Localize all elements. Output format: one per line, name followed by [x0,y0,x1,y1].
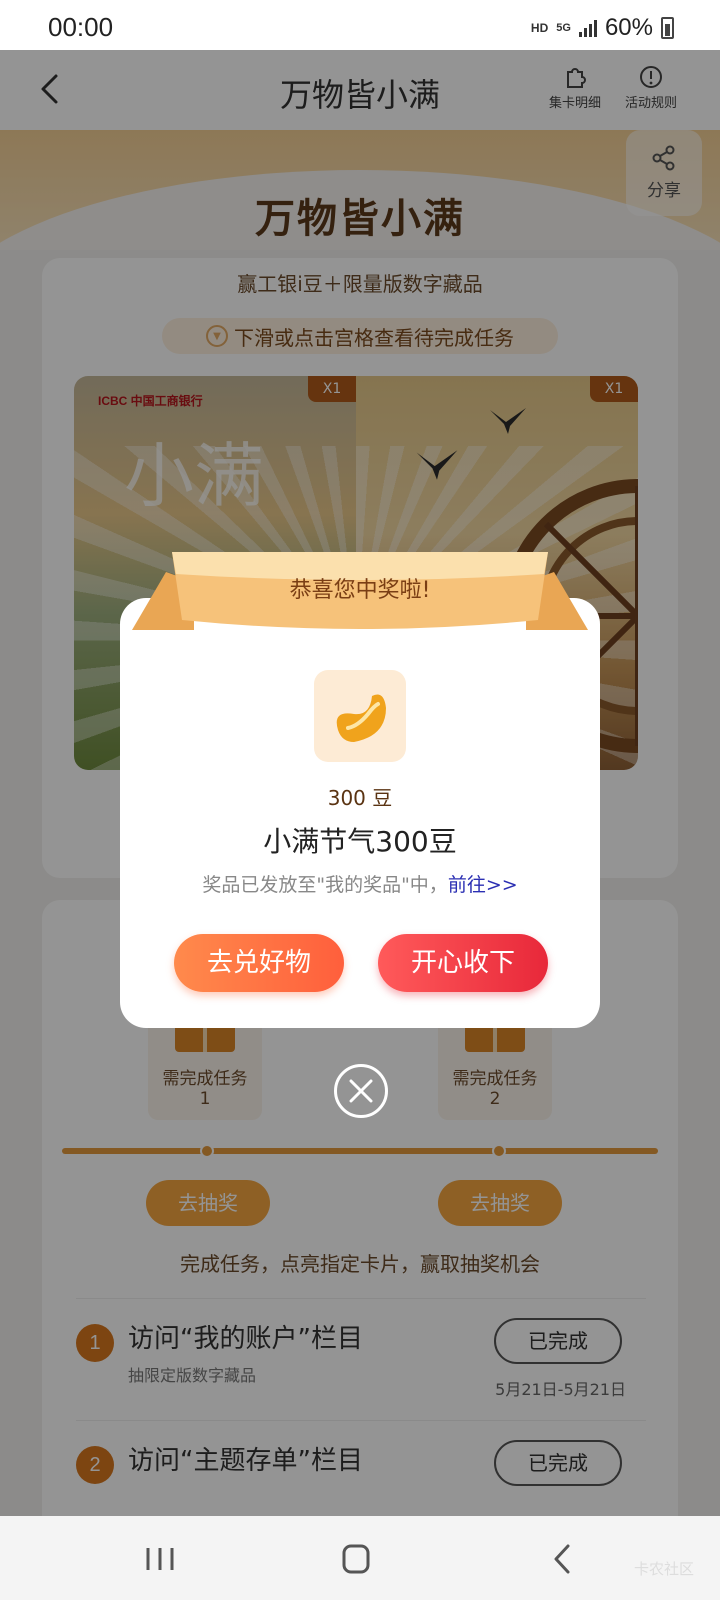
exchange-goods-button[interactable]: 去兑好物 [174,934,344,992]
prize-note-text: 奖品已发放至"我的奖品"中， [202,874,448,896]
status-bar: 00:00 HD 5G 60% [0,0,720,50]
hd-indicator: HD [530,21,549,35]
close-icon [349,1079,373,1103]
status-time: 00:00 [48,12,114,42]
system-nav-bar: 卡农社区 [0,1516,720,1600]
prize-name: 小满节气300豆 [263,825,457,858]
watermark: 卡农社区 [633,1560,694,1578]
battery-icon [661,17,674,39]
signal-icon [578,19,597,37]
back-icon[interactable] [544,1542,584,1576]
accept-prize-button[interactable]: 开心收下 [378,934,548,992]
prize-note: 奖品已发放至"我的奖品"中，前往>> [0,870,720,897]
home-icon[interactable] [336,1542,376,1576]
battery-percent: 60% [604,14,653,41]
status-indicators: HD 5G 60% [531,14,674,42]
recent-apps-icon[interactable] [140,1542,180,1576]
goto-prizes-link[interactable]: 前往>> [448,874,518,896]
prize-quantity: 300 豆 [327,786,393,810]
network-indicator: 5G [556,22,571,34]
dialog-title: 恭喜您中奖啦! [289,578,431,603]
close-dialog-button[interactable] [334,1064,388,1118]
bean-icon [314,670,406,762]
